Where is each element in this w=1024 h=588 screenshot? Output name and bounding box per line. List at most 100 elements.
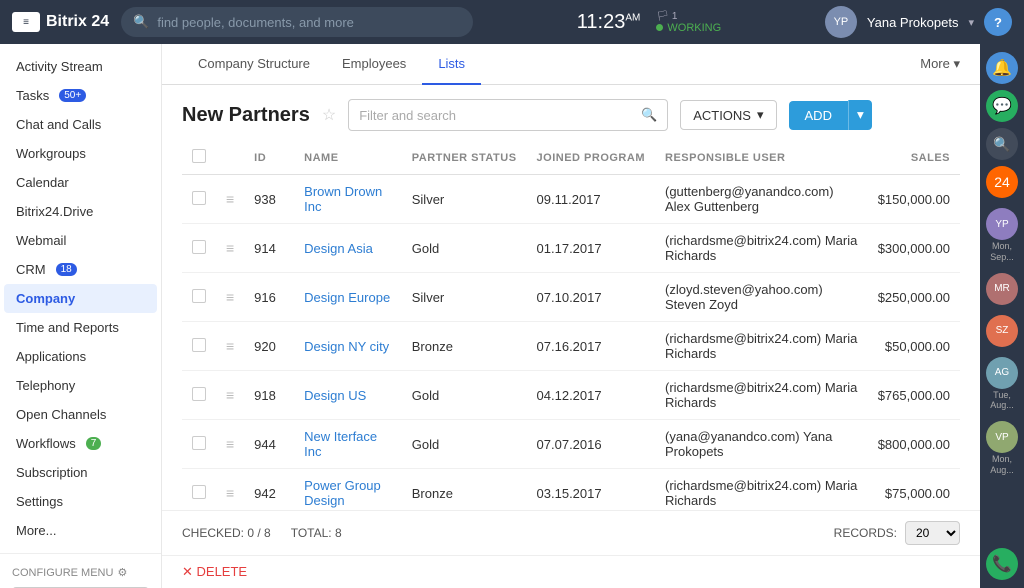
sidebar-item-applications[interactable]: Applications bbox=[0, 342, 161, 371]
records-per-page-select[interactable]: 20 50 100 bbox=[905, 521, 960, 545]
partner-link-6[interactable]: Power Group Design bbox=[304, 478, 381, 508]
search-bar[interactable]: 🔍 bbox=[121, 7, 473, 37]
drag-handle-3[interactable]: ≡ bbox=[226, 338, 234, 354]
cell-sales-4: $765,000.00 bbox=[868, 371, 960, 420]
cell-status-6: Bronze bbox=[402, 469, 527, 511]
partner-link-3[interactable]: Design NY city bbox=[304, 339, 389, 354]
select-all-checkbox[interactable] bbox=[192, 149, 206, 163]
checked-count: CHECKED: 0 / 8 bbox=[182, 526, 271, 540]
cell-joined-3: 07.16.2017 bbox=[527, 322, 655, 371]
sidebar-item-more[interactable]: More... bbox=[0, 516, 161, 545]
sidebar-item-webmail[interactable]: Webmail bbox=[0, 226, 161, 255]
col-responsible: RESPONSIBLE USER bbox=[655, 141, 868, 175]
sidebar-item-open-channels[interactable]: Open Channels bbox=[0, 400, 161, 429]
cell-name-5[interactable]: New Iterface Inc bbox=[294, 420, 402, 469]
drag-handle-4[interactable]: ≡ bbox=[226, 387, 234, 403]
add-dropdown-button[interactable]: ▾ bbox=[848, 100, 872, 130]
search-input[interactable] bbox=[157, 15, 461, 30]
sidebar-item-bitrix24-drive[interactable]: Bitrix24.Drive bbox=[0, 197, 161, 226]
cell-sales-3: $50,000.00 bbox=[868, 322, 960, 371]
row-checkbox-2[interactable] bbox=[192, 289, 206, 303]
sidebar-item-activity-stream[interactable]: Activity Stream bbox=[0, 52, 161, 81]
row-checkbox-4[interactable] bbox=[192, 387, 206, 401]
sidebar-item-tasks[interactable]: Tasks 50+ bbox=[0, 81, 161, 110]
topbar-center: 11:23AM 🏳 1 WORKING bbox=[485, 11, 813, 34]
sidebar-item-chat-and-calls[interactable]: Chat and Calls bbox=[0, 110, 161, 139]
actions-button[interactable]: ACTIONS ▾ bbox=[680, 100, 776, 130]
rs-avatar-1[interactable]: YP bbox=[986, 208, 1018, 240]
rs-avatar-5-label: Mon, Aug... bbox=[982, 454, 1022, 476]
cell-id-0: 938 bbox=[244, 175, 294, 224]
right-sidebar: 🔔 💬 🔍 24 YP Mon, Sep... MR SZ AG Tue, Au… bbox=[980, 44, 1024, 588]
filter-search-input[interactable] bbox=[359, 108, 635, 123]
rs-notifications-icon[interactable]: 🔔 bbox=[986, 52, 1018, 84]
rs-avatar-2[interactable]: MR bbox=[986, 273, 1018, 305]
filter-search-bar[interactable]: 🔍 bbox=[348, 99, 668, 131]
partner-link-5[interactable]: New Iterface Inc bbox=[304, 429, 377, 459]
sidebar-item-calendar[interactable]: Calendar bbox=[0, 168, 161, 197]
tab-employees[interactable]: Employees bbox=[326, 44, 422, 85]
sidebar-item-company[interactable]: Company bbox=[4, 284, 157, 313]
add-button[interactable]: ADD bbox=[789, 101, 848, 130]
user-avatar: YP bbox=[825, 6, 857, 38]
cell-responsible-5: (yana@yanandco.com) Yana Prokopets bbox=[655, 420, 868, 469]
col-name: NAME bbox=[294, 141, 402, 175]
sidebar-item-workflows[interactable]: Workflows 7 bbox=[0, 429, 161, 458]
sidebar-footer: CONFIGURE MENU ⚙ INVITE USERS + bbox=[0, 553, 161, 588]
col-id: ID bbox=[244, 141, 294, 175]
cell-name-6[interactable]: Power Group Design bbox=[294, 469, 402, 511]
partner-link-0[interactable]: Brown Drown Inc bbox=[304, 184, 382, 214]
partner-link-1[interactable]: Design Asia bbox=[304, 241, 373, 256]
tab-lists[interactable]: Lists bbox=[422, 44, 481, 85]
sidebar-item-crm[interactable]: CRM 18 bbox=[0, 255, 161, 284]
rs-avatar-4-label: Tue, Aug... bbox=[982, 390, 1022, 412]
cell-status-4: Gold bbox=[402, 371, 527, 420]
rs-avatar-4[interactable]: AG bbox=[986, 357, 1018, 389]
cell-id-4: 918 bbox=[244, 371, 294, 420]
row-checkbox-0[interactable] bbox=[192, 191, 206, 205]
configure-menu[interactable]: CONFIGURE MENU ⚙ bbox=[12, 562, 149, 583]
sidebar-item-settings[interactable]: Settings bbox=[0, 487, 161, 516]
cell-name-4[interactable]: Design US bbox=[294, 371, 402, 420]
sidebar-item-time-and-reports[interactable]: Time and Reports bbox=[0, 313, 161, 342]
rs-avatar-5[interactable]: VP bbox=[986, 421, 1018, 453]
help-button[interactable]: ? bbox=[984, 8, 1012, 36]
user-dropdown-icon[interactable]: ▾ bbox=[968, 16, 974, 29]
drag-handle-5[interactable]: ≡ bbox=[226, 436, 234, 452]
user-name-label[interactable]: Yana Prokopets bbox=[867, 15, 959, 30]
partner-link-2[interactable]: Design Europe bbox=[304, 290, 390, 305]
table-footer: CHECKED: 0 / 8 TOTAL: 8 RECORDS: 20 50 1… bbox=[162, 510, 980, 555]
rs-phone-icon[interactable]: 📞 bbox=[986, 548, 1018, 580]
row-checkbox-6[interactable] bbox=[192, 485, 206, 499]
cell-status-1: Gold bbox=[402, 224, 527, 273]
topbar-right: YP Yana Prokopets ▾ ? bbox=[825, 6, 1012, 38]
table-row: ≡ 920 Design NY city Bronze 07.16.2017 (… bbox=[182, 322, 960, 371]
drag-handle-0[interactable]: ≡ bbox=[226, 191, 234, 207]
drag-handle-2[interactable]: ≡ bbox=[226, 289, 234, 305]
rs-avatar-3[interactable]: SZ bbox=[986, 315, 1018, 347]
sidebar-item-workgroups[interactable]: Workgroups bbox=[0, 139, 161, 168]
tab-more[interactable]: More ▾ bbox=[920, 44, 960, 84]
cell-name-2[interactable]: Design Europe bbox=[294, 273, 402, 322]
cell-name-0[interactable]: Brown Drown Inc bbox=[294, 175, 402, 224]
cell-status-2: Silver bbox=[402, 273, 527, 322]
partner-link-4[interactable]: Design US bbox=[304, 388, 366, 403]
drag-handle-6[interactable]: ≡ bbox=[226, 485, 234, 501]
drag-handle-1[interactable]: ≡ bbox=[226, 240, 234, 256]
row-checkbox-3[interactable] bbox=[192, 338, 206, 352]
cell-name-1[interactable]: Design Asia bbox=[294, 224, 402, 273]
row-checkbox-5[interactable] bbox=[192, 436, 206, 450]
rs-chat-icon[interactable]: 💬 bbox=[986, 90, 1018, 122]
table-container: ID NAME PARTNER STATUS JOINED PROGRAM RE… bbox=[162, 141, 980, 510]
sidebar-item-subscription[interactable]: Subscription bbox=[0, 458, 161, 487]
rs-bitrix24-icon[interactable]: 24 bbox=[986, 166, 1018, 198]
cell-name-3[interactable]: Design NY city bbox=[294, 322, 402, 371]
filter-search-icon: 🔍 bbox=[641, 107, 657, 123]
star-icon[interactable]: ☆ bbox=[322, 105, 336, 125]
delete-button[interactable]: ✕ DELETE bbox=[182, 564, 247, 580]
row-checkbox-1[interactable] bbox=[192, 240, 206, 254]
app-logo[interactable]: ≡ Bitrix 24 bbox=[12, 12, 109, 32]
sidebar-item-telephony[interactable]: Telephony bbox=[0, 371, 161, 400]
tab-company-structure[interactable]: Company Structure bbox=[182, 44, 326, 85]
rs-search-icon[interactable]: 🔍 bbox=[986, 128, 1018, 160]
